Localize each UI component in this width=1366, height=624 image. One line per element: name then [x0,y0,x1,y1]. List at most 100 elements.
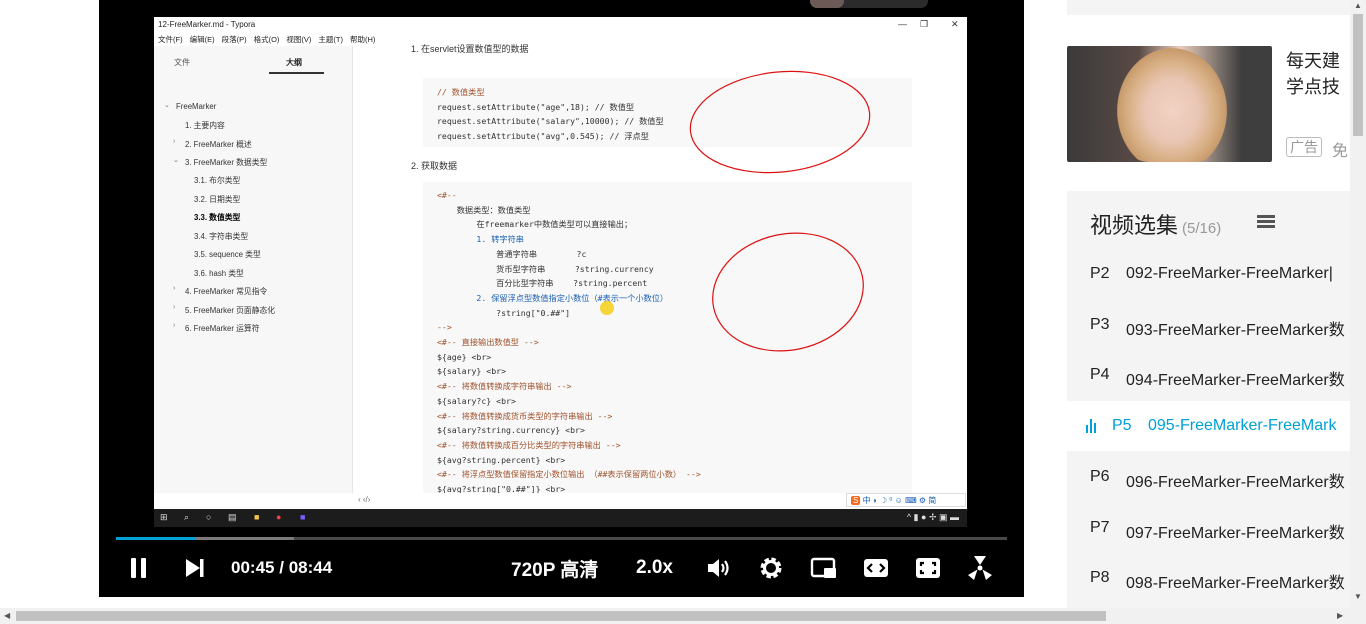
web-fullscreen-icon[interactable] [914,556,942,580]
playlist-item[interactable]: P6 096-FreeMarker-FreeMarker数 [1067,452,1350,502]
playlist-title: 视频选集 (5/16) [1090,208,1221,240]
outline-arrow: ⌄ [164,102,170,109]
outline-item: 3.6. hash 类型 [194,269,244,278]
search-icon: ⌕ [184,512,190,522]
duration: 08:44 [288,558,333,577]
outline-item-active: 3.3. 数值类型 [194,213,241,222]
episode-title: 093-FreeMarker-FreeMarker数 [1126,322,1345,339]
playlist: 视频选集 (5/16) P2 092-FreeMarker-FreeMarker| … [1067,191,1350,608]
episode-title: 096-FreeMarker-FreeMarker数 [1126,474,1345,491]
task-view-icon: ○ [206,512,212,522]
time-separator: / [279,558,284,577]
playlist-item[interactable]: P3 093-FreeMarker-FreeMarker数 [1067,300,1350,350]
menu-theme: 主题(T) [318,34,343,44]
code-line: <#-- 将数值转换成货币类型的字符串输出 --> [437,410,613,421]
episode-number: P8 [1090,569,1110,586]
section-heading-cut: 1. 在servlet设置数值型的数据 [411,44,529,54]
vertical-scroll-thumb[interactable] [1353,14,1363,136]
episode-number: P2 [1090,265,1110,282]
section-heading: 2. 获取数据 [411,161,458,171]
scroll-down-icon[interactable]: ▼ [1354,592,1362,601]
page-vertical-scrollbar[interactable]: ▲ ▼ [1350,0,1366,608]
uploader-avatar-pill[interactable] [810,0,928,8]
code-line: ${salary?c} <br> [437,395,516,406]
ad-character-image [1117,48,1227,162]
next-episode-icon[interactable] [184,556,206,580]
episode-number: P7 [1090,519,1110,536]
typora-editor: 1. 在servlet设置数值型的数据 // 数值类型 request.setA… [354,44,967,498]
video-frame[interactable]: 12-FreeMarker.md - Typora — ❐ ✕ 文件(F) 编辑… [154,17,967,527]
playlist-item[interactable]: P2 092-FreeMarker-FreeMarker| [1067,249,1350,299]
progress-played [116,537,196,540]
horizontal-scroll-thumb[interactable] [16,611,1106,621]
playlist-item[interactable]: P7 097-FreeMarker-FreeMarker数 [1067,503,1350,553]
episode-number: P4 [1090,366,1110,383]
close-icon: ✕ [951,19,959,29]
scroll-left-icon[interactable]: ◀ [4,611,10,620]
menu-edit: 编辑(E) [189,34,215,44]
chrome-icon: ● [276,512,282,522]
page: 12-FreeMarker.md - Typora — ❐ ✕ 文件(F) 编辑… [0,0,1366,624]
typora-sidebar: 文件 大纲 ⌄ FreeMarker 1. 主要内容 › 2. FreeMark… [154,46,353,493]
menu-file: 文件(F) [158,34,183,44]
mouse-cursor-highlight [600,301,614,315]
ime-toolbar: S 中 ◗ ☽ ⁰ ☺ ⌨ ⚙ 简 [846,493,966,507]
ime-status: 中 ◗ ☽ ⁰ ☺ ⌨ ⚙ 简 [862,496,937,505]
speed-button[interactable]: 2.0x [636,556,673,580]
quality-button[interactable]: 720P 高清 [511,556,598,581]
episode-title: 092-FreeMarker-FreeMarker| [1126,265,1333,282]
list-view-icon[interactable] [1257,215,1275,229]
page-horizontal-scrollbar[interactable]: ◀ ▶ [0,608,1366,624]
outline-arrow: ⌄ [173,157,179,164]
volume-icon[interactable] [706,556,732,580]
code-line: ?string["0.##"] [437,307,571,318]
ad-card[interactable]: 每天建 学点技 广告 免 [1067,46,1350,162]
code-line: ${avg?string.percent} <br> [437,454,566,465]
code-line: <#-- 直接输出数值型 --> [437,337,539,348]
typora-footer: ‹ ‹/› S 中 ◗ ☽ ⁰ ☺ ⌨ ⚙ 简 [354,493,967,509]
sogou-icon: S [851,496,861,505]
typora-titlebar: 12-FreeMarker.md - Typora — ❐ ✕ [154,17,967,32]
code-block-template: <#-- 数据类型：数值类型 在freemarker中数值类型可以直接输出； 1… [423,182,912,498]
pause-icon[interactable] [131,556,151,580]
outline-item: 6. FreeMarker 运算符 [185,324,260,333]
menu-help: 帮助(H) [350,34,376,44]
video-player[interactable]: 12-FreeMarker.md - Typora — ❐ ✕ 文件(F) 编辑… [99,0,1024,597]
playlist-title-text: 视频选集 [1090,213,1179,238]
playlist-item[interactable]: P4 094-FreeMarker-FreeMarker数 [1067,350,1350,400]
code-line: request.setAttribute("avg",0.545); // 浮点… [437,130,649,141]
code-line: <#-- 将浮点型数值保留指定小数位输出 （##表示保留两位小数） --> [437,469,701,480]
settings-gear-icon[interactable] [758,556,784,580]
widescreen-icon[interactable] [862,556,890,580]
ad-title[interactable]: 每天建 学点技 [1286,48,1340,100]
playlist-item[interactable]: P8 098-FreeMarker-FreeMarker数 [1067,553,1350,603]
code-line: request.setAttribute("age",18); // 数值型 [437,101,635,112]
system-tray: ^ ▮ ● ✢ ▣ ▬ [906,512,959,522]
tab-outline: 大纲 [286,58,302,67]
code-line: ${salary} <br> [437,366,507,377]
ad-badge: 广告 [1286,137,1322,157]
code-line: <#-- 将数值转换成百分比类型的字符串输出 --> [437,439,621,450]
time-display: 00:45 / 08:44 [231,556,332,580]
current-time: 00:45 [231,558,275,577]
picture-in-picture-icon[interactable] [810,556,838,580]
ad-thumbnail[interactable] [1067,46,1272,162]
minimize-icon: — [898,19,907,29]
playlist-item-active[interactable]: P5 095-FreeMarker-FreeMark [1067,401,1350,451]
code-line: 数据类型：数值类型 [437,204,531,215]
tab-files: 文件 [174,58,190,67]
ad-extra: 免 [1332,143,1349,160]
scroll-right-icon[interactable]: ▶ [1337,611,1343,620]
outline-arrow: › [173,285,176,292]
outline-item: 3.2. 日期类型 [194,195,241,204]
episode-title: 097-FreeMarker-FreeMarker数 [1126,525,1345,542]
progress-bar[interactable] [116,537,1007,540]
outline-item: 2. FreeMarker 概述 [185,140,252,149]
code-line: <#-- 将数值转换成字符串输出 --> [437,381,572,392]
outline-item: 3.4. 字符串类型 [194,232,249,241]
episode-number: P5 [1112,417,1132,434]
fullscreen-icon[interactable] [966,556,994,580]
scroll-up-icon[interactable]: ▲ [1354,1,1362,10]
outline-item: 4. FreeMarker 常见指令 [185,287,268,296]
typora-menubar: 文件(F) 编辑(E) 段落(P) 格式(O) 视图(V) 主题(T) 帮助(H… [154,32,967,46]
